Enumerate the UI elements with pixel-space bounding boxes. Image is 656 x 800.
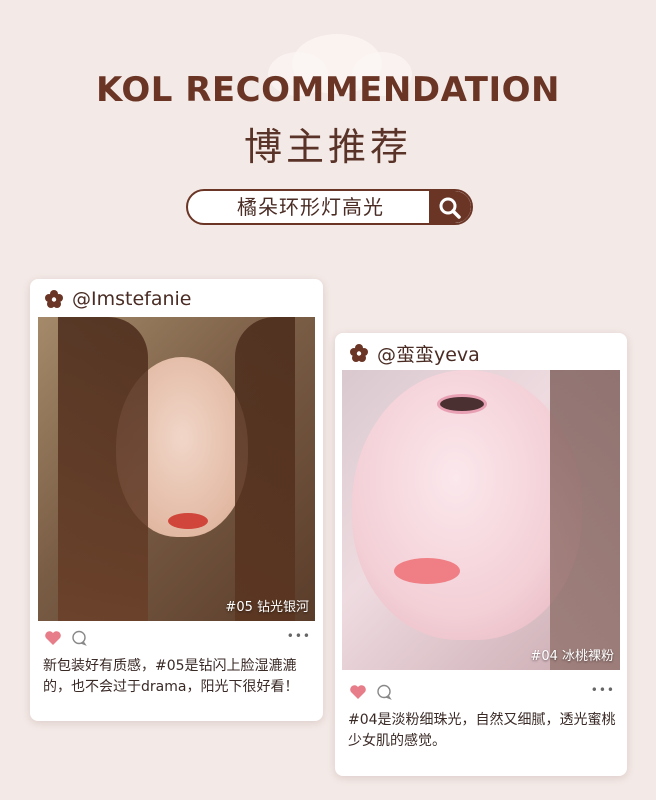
page-title-cn: 博主推荐 (243, 125, 412, 169)
search-button[interactable] (429, 191, 471, 223)
portrait-lips (168, 513, 208, 529)
more-icon[interactable]: ••• (287, 629, 311, 643)
portrait-eye (437, 394, 487, 414)
post-photo[interactable]: #04 冰桃裸粉 (342, 370, 620, 670)
post-header: @Imstefanie (44, 287, 192, 311)
flower-icon (45, 290, 63, 308)
post-actions (349, 683, 393, 701)
search-query[interactable]: 橘朵环形灯高光 (188, 191, 433, 223)
post-actions (44, 629, 88, 647)
page-title-en: KOL RECOMMENDATION (96, 70, 560, 110)
comment-icon[interactable] (70, 629, 88, 647)
post-caption: #04是淡粉细珠光，自然又细腻，透光蜜桃少女肌的感觉。 (348, 712, 616, 749)
portrait-lips (394, 558, 460, 584)
portrait-hair (550, 370, 620, 670)
product-shade-label: #04 冰桃裸粉 (530, 649, 614, 664)
heart-icon[interactable] (44, 630, 62, 646)
post-photo[interactable]: #05 钻光银河 (38, 317, 315, 621)
portrait-hair (58, 317, 148, 621)
more-icon[interactable]: ••• (591, 683, 615, 697)
product-shade-label: #05 钻光银河 (225, 600, 309, 615)
post-header: @蛮蛮yeva (349, 340, 480, 367)
kol-post-card[interactable]: @蛮蛮yeva #04 冰桃裸粉 ••• #04是淡粉细珠光，自然又细腻，透光蜜… (335, 333, 627, 776)
kol-handle[interactable]: @蛮蛮yeva (377, 340, 480, 367)
search-icon (439, 197, 461, 219)
comment-icon[interactable] (375, 683, 393, 701)
portrait-hair (235, 317, 295, 621)
search-bar[interactable]: 橘朵环形灯高光 (186, 189, 473, 225)
post-caption: 新包装好有质感，#05是钻闪上脸湿漉漉的，也不会过于drama，阳光下很好看！ (43, 658, 299, 695)
flower-icon (350, 344, 368, 362)
kol-post-card[interactable]: @Imstefanie #05 钻光银河 ••• 新包装好有质感，#05是钻闪上… (30, 279, 323, 721)
heart-icon[interactable] (349, 684, 367, 700)
kol-handle[interactable]: @Imstefanie (72, 288, 192, 310)
